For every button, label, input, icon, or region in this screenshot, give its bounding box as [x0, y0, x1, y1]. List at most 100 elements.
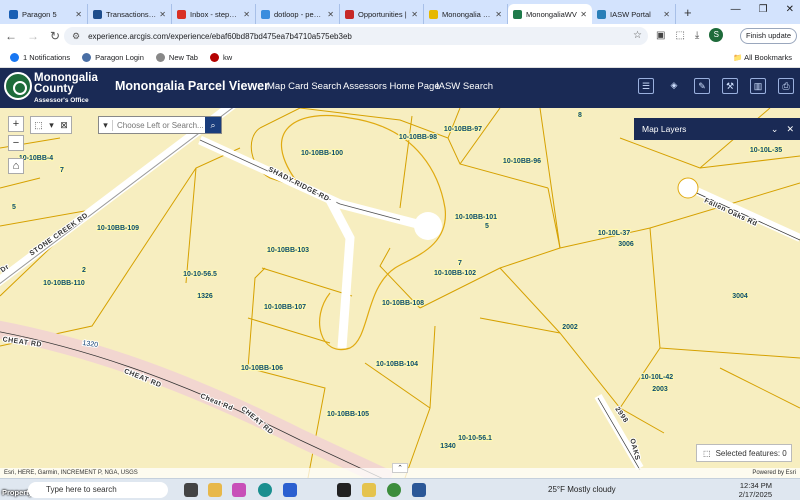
bookmark-item[interactable]: 1 Notifications — [10, 53, 70, 62]
close-icon[interactable]: ✕ — [786, 124, 794, 135]
edge-icon[interactable] — [258, 483, 272, 497]
tab-close-icon[interactable]: ✕ — [411, 10, 418, 19]
list-icon[interactable]: ☰ — [638, 78, 654, 94]
parcel-boundaries — [0, 108, 800, 478]
parcel-label: 2 — [82, 267, 86, 274]
select-dropdown-icon[interactable]: ▾ — [49, 120, 54, 131]
layers-icon[interactable]: ◈ — [666, 78, 682, 94]
browser-tab[interactable]: dotloop - people ✕ — [256, 4, 340, 24]
task-view-icon[interactable] — [184, 483, 198, 497]
search-source-dropdown[interactable]: ▾ — [99, 119, 113, 131]
weather-widget[interactable]: 25°F Mostly cloudy — [548, 485, 616, 494]
browser-tab[interactable]: Opportunities | ✕ — [340, 4, 424, 24]
tab-title: Monongalia Co — [442, 9, 493, 19]
parcel-label: 10-10BB-109 — [97, 225, 139, 232]
map-canvas[interactable]: 10-10BB-4 7 5 10-10BB-100 10-10BB-98 10-10BB-… — [0, 108, 800, 478]
tab-close-icon[interactable]: ✕ — [327, 10, 334, 19]
back-icon[interactable]: ← — [0, 29, 22, 43]
roads — [0, 108, 800, 478]
parcel-label: 7 — [458, 260, 462, 267]
bookmark-label: New Tab — [168, 53, 198, 62]
close-window-icon[interactable]: ✕ — [786, 4, 794, 15]
bookmark-star-icon[interactable]: ☆ — [633, 30, 642, 41]
bookmark-icon — [155, 53, 165, 62]
browser-tab[interactable]: IASW Portal ✕ — [592, 4, 676, 24]
attribution-text: Esri, HERE, Garmin, INCREMENT P, NGA, US… — [4, 470, 138, 476]
chrome-icon[interactable] — [387, 483, 401, 497]
fallen-oaks-road — [688, 184, 800, 242]
clear-selection-icon[interactable]: ⊠ — [60, 120, 68, 131]
word-icon[interactable] — [412, 483, 426, 497]
address-bar-row: ← → ↻ ⚙ experience.arcgis.com/experience… — [0, 24, 800, 48]
browser-tab[interactable]: Inbox - stephen ✕ — [172, 4, 256, 24]
all-bookmarks-link[interactable]: 📁 All Bookmarks — [733, 53, 792, 62]
parcel-label: 3006 — [618, 241, 634, 248]
parcel-label: 10-10BB-106 — [241, 365, 283, 372]
site-info-icon[interactable]: ⚙ — [72, 31, 80, 42]
notes-icon[interactable] — [362, 483, 376, 497]
zoom-out-button[interactable]: − — [8, 135, 24, 151]
expand-attribution-icon[interactable]: ⌃ — [392, 463, 408, 473]
draw-icon[interactable]: ✎ — [694, 78, 710, 94]
zoom-in-button[interactable]: + — [8, 116, 24, 132]
tools-icon[interactable]: ⚒ — [722, 78, 738, 94]
browser-tab-strip: Paragon 5✕Transactions (zipForm✕Inbox - … — [0, 0, 800, 24]
search-input[interactable] — [113, 120, 205, 130]
home-icon[interactable]: ⌂ — [8, 158, 24, 174]
forward-icon[interactable]: → — [22, 29, 44, 43]
search-icon[interactable]: ⌕ — [205, 117, 221, 133]
extensions-icon[interactable]: ⬚ — [675, 30, 684, 41]
parcel-label: 10-10BB-103 — [267, 247, 309, 254]
file-explorer-icon[interactable] — [208, 483, 222, 497]
parcel-map[interactable]: 10-10BB-4 7 5 10-10BB-100 10-10BB-98 10-10BB-… — [0, 108, 800, 478]
nav-map-card-search[interactable]: Map Card Search — [267, 81, 341, 92]
tab-close-icon[interactable]: ✕ — [495, 10, 502, 19]
tab-title: Inbox - stephen — [190, 9, 241, 19]
tab-close-icon[interactable]: ✕ — [663, 10, 670, 19]
tab-favicon-icon — [261, 9, 270, 19]
select-tool-icon[interactable]: ⬚ — [34, 120, 43, 131]
tab-close-icon[interactable]: ✕ — [243, 10, 250, 19]
finish-update-button[interactable]: Finish update — [740, 28, 798, 44]
powered-by-esri[interactable]: Powered by Esri — [752, 468, 796, 478]
all-bookmarks-label: All Bookmarks — [744, 53, 792, 62]
parcel-label: 10-10BB-98 — [399, 134, 437, 141]
clock-time: 12:34 PM — [739, 481, 772, 490]
bookmark-item[interactable]: kw — [209, 53, 232, 62]
basemap-icon[interactable]: ▥ — [750, 78, 766, 94]
county-seal-logo — [4, 72, 32, 100]
url-field[interactable]: ⚙ experience.arcgis.com/experience/ebaf6… — [64, 27, 648, 45]
copilot-icon[interactable] — [232, 483, 246, 497]
parcel-label: 1326 — [197, 293, 213, 300]
reload-icon[interactable]: ↻ — [44, 29, 66, 43]
nav-assessors-home[interactable]: Assessors Home Page — [343, 81, 440, 92]
url-text: experience.arcgis.com/experience/ebaf60b… — [88, 31, 352, 41]
parcel-label: 7 — [60, 167, 64, 174]
selected-features-box[interactable]: ⬚ Selected features: 0 — [696, 444, 792, 462]
minimize-icon[interactable]: — — [731, 4, 741, 15]
tab-close-icon[interactable]: ✕ — [580, 10, 587, 19]
browser-tab[interactable]: Monongalia Co ✕ — [424, 4, 508, 24]
app-icon[interactable] — [337, 483, 351, 497]
collapse-icon[interactable]: ⌄ — [771, 124, 779, 135]
bookmark-item[interactable]: Paragon Login — [82, 53, 144, 62]
parcel-label: 10-10BB-108 — [382, 300, 424, 307]
new-tab-button[interactable]: + — [684, 5, 692, 20]
tab-close-icon[interactable]: ✕ — [159, 10, 166, 19]
maximize-icon[interactable]: ❐ — [759, 4, 768, 15]
profile-avatar[interactable]: S — [709, 28, 724, 42]
bookmark-label: 1 Notifications — [23, 53, 71, 62]
bookmark-item[interactable]: New Tab — [155, 53, 198, 62]
download-icon[interactable]: ⤓ — [695, 30, 699, 41]
browser-tab[interactable]: Transactions (zipForm✕ — [88, 4, 172, 24]
taskbar-search[interactable]: Type here to search — [28, 482, 168, 498]
cast-icon[interactable]: ▣ — [656, 30, 665, 41]
store-icon[interactable] — [283, 483, 297, 497]
clock[interactable]: 12:34 PM 2/17/2025 — [739, 481, 772, 499]
nav-iasw-search[interactable]: IASW Search — [436, 81, 493, 92]
office-name: Assessor's Office — [34, 97, 89, 104]
print-icon[interactable]: ⎙ — [778, 78, 794, 94]
browser-tab[interactable]: MonongaliaWV ✕ — [508, 4, 592, 24]
tab-close-icon[interactable]: ✕ — [75, 10, 82, 19]
browser-tab[interactable]: Paragon 5 ✕ — [4, 4, 88, 24]
